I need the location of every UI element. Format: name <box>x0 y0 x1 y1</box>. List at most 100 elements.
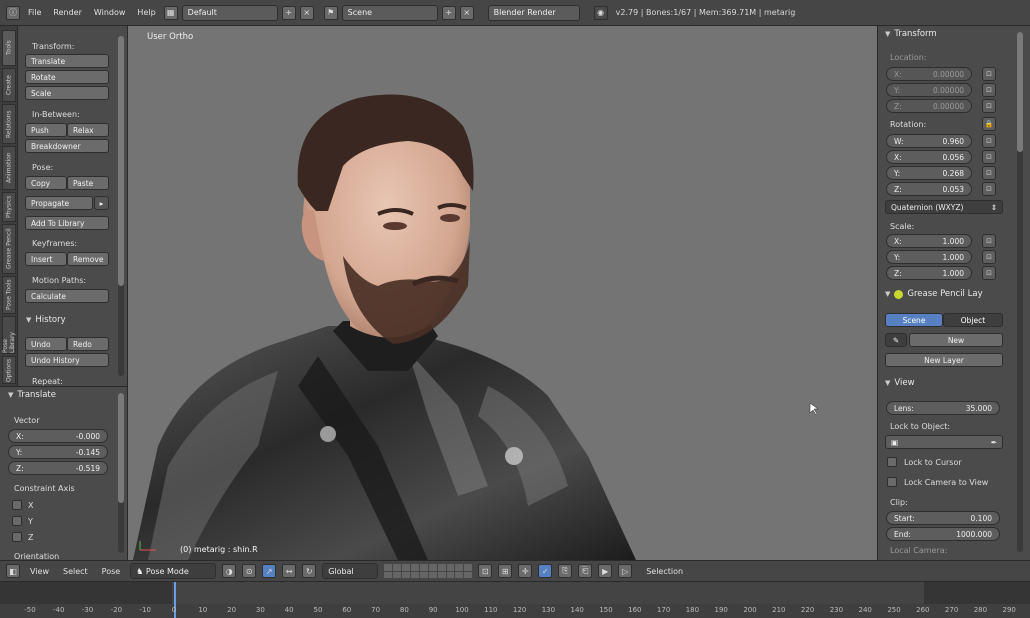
lock-icon[interactable]: ⊡ <box>982 250 996 264</box>
auto-key-icon[interactable]: ✓ <box>538 564 553 578</box>
paste-pose-icon[interactable]: ⎗ <box>578 564 593 578</box>
propagate-button[interactable]: Propagate <box>25 196 93 210</box>
paste-button[interactable]: Paste <box>67 176 109 190</box>
vector-x-field[interactable]: X: -0.000 <box>8 429 108 443</box>
tab-options[interactable]: Options <box>2 356 16 384</box>
operator-panel-header[interactable]: ▼ Translate <box>8 390 56 400</box>
undo-button[interactable]: Undo <box>25 337 67 351</box>
location-z-field[interactable]: Z: 0.00000 <box>886 99 972 113</box>
character-model[interactable] <box>128 26 877 560</box>
menu-file[interactable]: File <box>24 5 45 21</box>
tab-pose-tools[interactable]: Pose Tools <box>2 276 16 314</box>
orientation-select[interactable]: Global <box>322 563 379 579</box>
tab-relations[interactable]: Relations <box>2 104 16 144</box>
render-icon[interactable]: ▶ <box>598 564 613 578</box>
gp-new-layer-button[interactable]: New Layer <box>885 353 1003 367</box>
lock-to-cursor-checkbox[interactable] <box>887 457 897 467</box>
constraint-y-checkbox[interactable] <box>12 516 22 526</box>
lens-field[interactable]: Lens: 35.000 <box>886 401 1000 415</box>
operator-panel-scrollbar[interactable] <box>118 393 124 553</box>
remove-keyframe-button[interactable]: Remove <box>67 252 109 266</box>
tab-tools[interactable]: Tools <box>2 30 16 66</box>
transform-panel-header[interactable]: ▼ Transform <box>885 29 937 39</box>
layer-buttons[interactable] <box>384 564 473 578</box>
view-panel-header[interactable]: ▼ View <box>885 378 915 388</box>
translate-manipulator-icon[interactable]: ↔ <box>282 564 297 578</box>
clip-end-field[interactable]: End: 1000.000 <box>886 527 1000 541</box>
lock-icon[interactable]: ⊡ <box>982 99 996 113</box>
render-anim-icon[interactable]: ▷ <box>618 564 633 578</box>
lock-object-field[interactable]: ▣ ✒ <box>885 435 1003 449</box>
insert-keyframe-button[interactable]: Insert <box>25 252 67 266</box>
tab-physics[interactable]: Physics <box>2 192 16 222</box>
properties-scrollbar[interactable] <box>1017 32 1023 552</box>
propagate-menu-button[interactable]: ▸ <box>94 196 109 210</box>
manipulator-toggle-icon[interactable]: ↗ <box>262 564 277 578</box>
menu-select[interactable]: Select <box>59 563 92 579</box>
menu-window[interactable]: Window <box>90 5 130 21</box>
undo-history-button[interactable]: Undo History <box>25 353 109 367</box>
gp-brush-icon[interactable]: ✎ <box>885 333 907 347</box>
vector-y-field[interactable]: Y: -0.145 <box>8 445 108 459</box>
scroll-thumb[interactable] <box>1017 32 1023 152</box>
rotate-button[interactable]: Rotate <box>25 70 109 84</box>
menu-render[interactable]: Render <box>49 5 85 21</box>
copy-button[interactable]: Copy <box>25 176 67 190</box>
lock-icon[interactable]: ⊡ <box>982 266 996 280</box>
clip-start-field[interactable]: Start: 0.100 <box>886 511 1000 525</box>
viewport-shading-icon[interactable]: ◑ <box>222 564 237 578</box>
rotation-w-field[interactable]: W: 0.960 <box>886 134 972 148</box>
translate-button[interactable]: Translate <box>25 54 109 68</box>
3d-viewport[interactable]: User Ortho (0) metarig: shin.R <box>128 26 877 560</box>
tab-create[interactable]: Create <box>2 68 16 102</box>
relax-button[interactable]: Relax <box>67 123 109 137</box>
timeline[interactable]: -50 -40 -30 -20 -10 0 10 20 30 40 50 60 70 80 90 100 110… <box>0 582 1030 618</box>
rotation-x-field[interactable]: X: 0.056 <box>886 150 972 164</box>
scale-x-field[interactable]: X: 1.000 <box>886 234 972 248</box>
copy-pose-icon[interactable]: ⎘ <box>558 564 573 578</box>
lock-icon[interactable]: ⊡ <box>982 67 996 81</box>
location-x-field[interactable]: X: 0.00000 <box>886 67 972 81</box>
gp-scene-tab[interactable]: Scene <box>885 313 943 327</box>
menu-pose[interactable]: Pose <box>98 563 125 579</box>
lock-icon[interactable]: ⊡ <box>982 166 996 180</box>
scale-z-field[interactable]: Z: 1.000 <box>886 266 972 280</box>
menu-help[interactable]: Help <box>133 5 159 21</box>
lock-icon[interactable]: ⊡ <box>982 150 996 164</box>
push-button[interactable]: Push <box>25 123 67 137</box>
rotation-y-field[interactable]: Y: 0.268 <box>886 166 972 180</box>
history-panel-header[interactable]: ▼ History <box>26 315 66 325</box>
constraint-z-checkbox[interactable] <box>12 532 22 542</box>
tab-animation[interactable]: Animation <box>2 146 16 190</box>
vector-z-field[interactable]: Z: -0.519 <box>8 461 108 475</box>
mode-select[interactable]: ♞ Pose Mode <box>130 563 217 579</box>
scene-add-button[interactable]: + <box>441 5 456 20</box>
location-y-field[interactable]: Y: 0.00000 <box>886 83 972 97</box>
editor-type-button[interactable]: ⓘ <box>6 5 20 20</box>
layout-remove-button[interactable]: × <box>299 5 314 20</box>
lock-camera-checkbox[interactable] <box>887 477 897 487</box>
lock-icon[interactable]: ⊡ <box>982 234 996 248</box>
layout-field[interactable]: Default <box>181 4 278 21</box>
rotation-mode-select[interactable]: Quaternion (WXYZ) ⇕ <box>885 200 1003 214</box>
rotation-z-field[interactable]: Z: 0.053 <box>886 182 972 196</box>
grease-pencil-panel-header[interactable]: ▼ Grease Pencil Lay <box>885 289 983 299</box>
breakdowner-button[interactable]: Breakdowner <box>25 139 109 153</box>
scroll-thumb[interactable] <box>118 393 124 503</box>
rotate-manipulator-icon[interactable]: ↻ <box>302 564 317 578</box>
scene-field[interactable]: Scene <box>341 4 438 21</box>
scene-icon[interactable]: ⚑ <box>323 5 338 20</box>
render-engine-select[interactable]: Blender Render <box>487 4 580 21</box>
lock-icon[interactable]: ⊡ <box>982 182 996 196</box>
lock-icon[interactable]: ⊡ <box>478 564 493 578</box>
redo-button[interactable]: Redo <box>67 337 109 351</box>
scale-button[interactable]: Scale <box>25 86 109 100</box>
layout-icon[interactable]: ▦ <box>163 5 178 20</box>
snap-element-icon[interactable]: ✛ <box>518 564 533 578</box>
constraint-x-checkbox[interactable] <box>12 500 22 510</box>
lock-icon[interactable]: ⊡ <box>982 83 996 97</box>
tab-pose-library[interactable]: Pose Library <box>2 316 16 354</box>
calculate-button[interactable]: Calculate <box>25 289 109 303</box>
tab-grease-pencil[interactable]: Grease Pencil <box>2 224 16 274</box>
scene-remove-button[interactable]: × <box>459 5 474 20</box>
